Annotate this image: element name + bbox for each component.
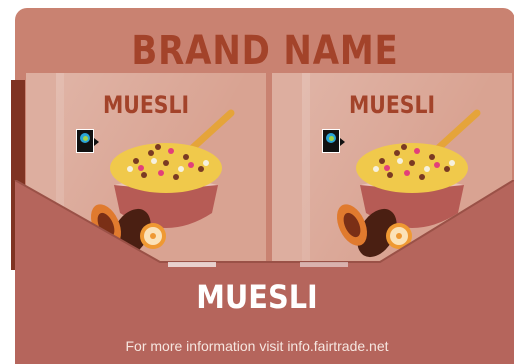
info-text: For more information visit info.fairtrad…	[125, 338, 389, 354]
brand-name: BRAND NAME	[131, 28, 399, 74]
product-title: MUESLI	[196, 278, 318, 316]
box-front-panel	[14, 180, 514, 364]
packaging-mockup: BRAND NAME MUESLI MUESLI MUESLI For more…	[0, 0, 514, 364]
